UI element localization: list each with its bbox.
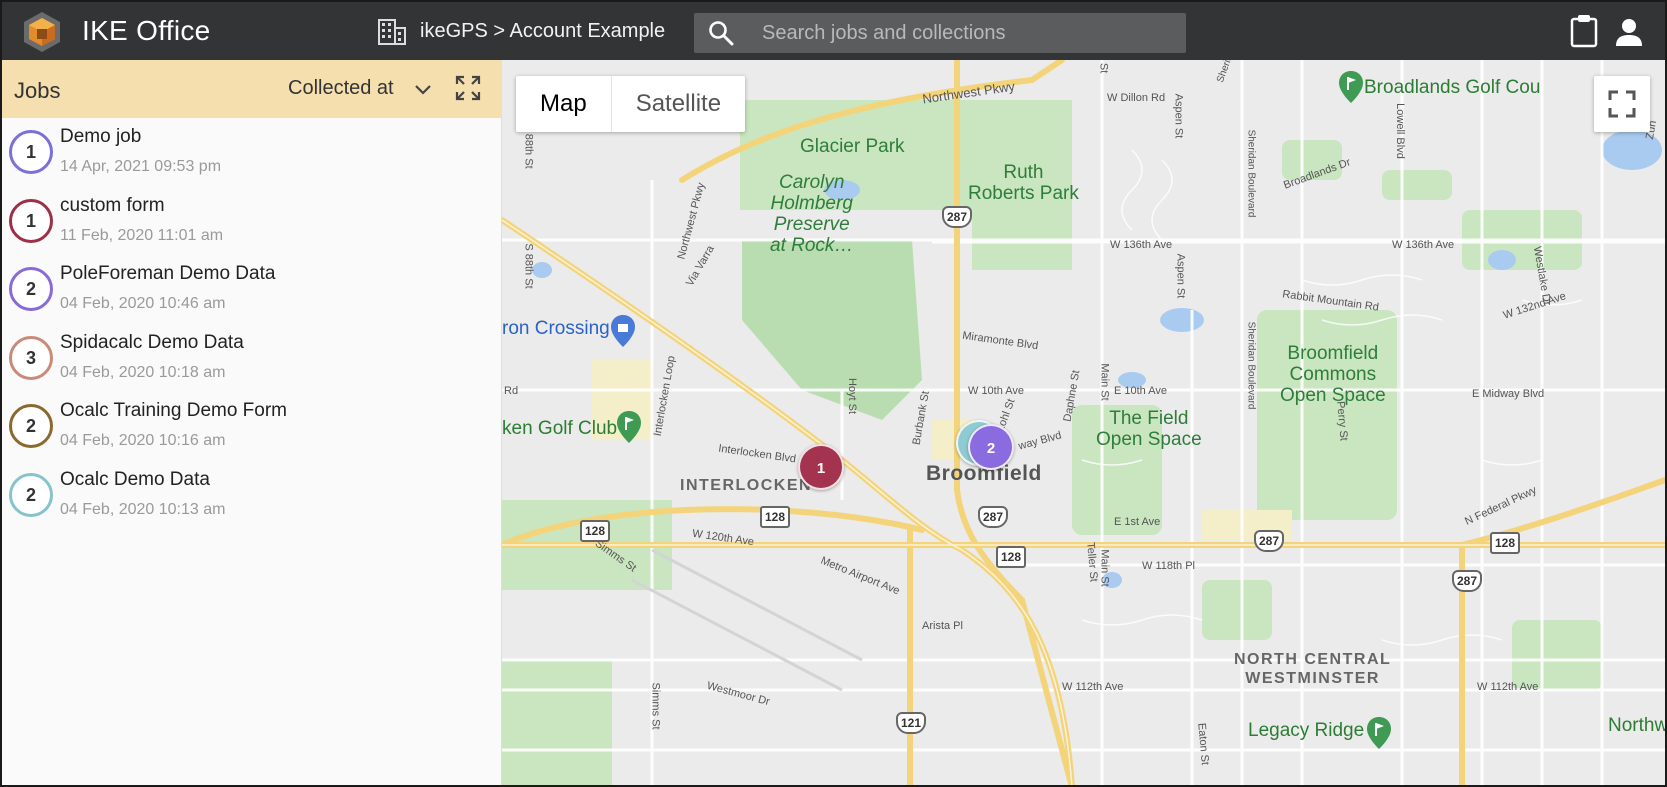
fullscreen-icon bbox=[1608, 90, 1636, 118]
building-icon bbox=[378, 19, 406, 45]
highway-shield: 287 bbox=[978, 506, 1008, 528]
expand-icon[interactable] bbox=[454, 74, 482, 102]
job-item[interactable]: 1 custom form 11 Feb, 2020 11:01 am bbox=[2, 187, 502, 256]
highway-shield: 128 bbox=[1490, 532, 1520, 554]
job-name: Demo job bbox=[60, 126, 142, 147]
jobs-sidebar: Jobs Collected at 1 Demo job 14 Apr, 202… bbox=[2, 60, 502, 785]
job-count-badge: 3 bbox=[9, 335, 53, 380]
job-count-badge: 1 bbox=[9, 198, 53, 243]
job-count-badge: 2 bbox=[9, 404, 53, 448]
job-name: Ocalc Training Demo Form bbox=[60, 400, 288, 421]
ike-logo-icon bbox=[24, 12, 60, 52]
job-date: 04 Feb, 2020 10:18 am bbox=[60, 363, 226, 381]
highway-shield: 128 bbox=[996, 546, 1026, 568]
highway-shield: 287 bbox=[1254, 530, 1284, 552]
job-date: 11 Feb, 2020 11:01 am bbox=[60, 226, 224, 244]
map-view[interactable]: Glacier Park Carolyn Holmberg Preserve a… bbox=[502, 60, 1665, 787]
golf-pin-icon[interactable] bbox=[1366, 716, 1392, 750]
jobs-title: Jobs bbox=[14, 78, 61, 103]
highway-shield: 121 bbox=[896, 712, 926, 734]
job-date: 04 Feb, 2020 10:46 am bbox=[60, 295, 226, 312]
breadcrumb[interactable]: ikeGPS > Account Example bbox=[420, 20, 665, 43]
job-date: 04 Feb, 2020 10:13 am bbox=[60, 500, 226, 518]
shopping-pin-icon[interactable] bbox=[610, 314, 636, 348]
job-list: 1 Demo job 14 Apr, 2021 09:53 pm 1 custo… bbox=[2, 118, 502, 529]
map-canvas[interactable] bbox=[502, 60, 1665, 787]
search-input[interactable] bbox=[762, 13, 1172, 53]
app-title: IKE Office bbox=[82, 15, 211, 46]
search-icon[interactable] bbox=[708, 20, 734, 46]
highway-shield: 128 bbox=[760, 506, 790, 528]
job-item[interactable]: 3 Spidacalc Demo Data 04 Feb, 2020 10:18… bbox=[2, 324, 502, 393]
golf-pin-icon[interactable] bbox=[1338, 70, 1364, 104]
clipboard-icon[interactable] bbox=[1570, 14, 1598, 48]
job-name: Spidacalc Demo Data bbox=[60, 331, 244, 353]
app-window: IKE Office ikeGPS > Account Example Sear… bbox=[0, 0, 1667, 787]
job-name: PoleForeman Demo Data bbox=[60, 263, 276, 284]
chevron-down-icon[interactable] bbox=[412, 78, 434, 100]
sort-dropdown[interactable]: Collected at bbox=[288, 77, 394, 100]
job-date: 04 Feb, 2020 10:16 am bbox=[60, 432, 226, 449]
job-item[interactable]: 2 Ocalc Demo Data 04 Feb, 2020 10:13 am bbox=[2, 461, 502, 530]
top-bar: IKE Office ikeGPS > Account Example bbox=[2, 2, 1665, 60]
cluster-marker[interactable]: 1 bbox=[798, 444, 844, 490]
job-count-badge: 2 bbox=[9, 472, 53, 517]
highway-shield: 287 bbox=[1452, 570, 1482, 592]
map-type-control: Map Satellite bbox=[516, 76, 746, 132]
job-count-badge: 2 bbox=[9, 267, 53, 311]
job-name: Ocalc Demo Data bbox=[60, 468, 210, 490]
job-count-badge: 1 bbox=[9, 130, 53, 174]
account-icon[interactable] bbox=[1614, 17, 1644, 47]
job-item[interactable]: 1 Demo job 14 Apr, 2021 09:53 pm bbox=[2, 118, 502, 187]
highway-shield: 128 bbox=[580, 520, 610, 542]
golf-pin-icon[interactable] bbox=[616, 410, 642, 444]
map-type-satellite-button[interactable]: Satellite bbox=[610, 76, 745, 132]
highway-shield: 287 bbox=[942, 206, 972, 228]
fullscreen-button[interactable] bbox=[1594, 76, 1650, 132]
cluster-marker[interactable]: 2 bbox=[968, 424, 1014, 470]
job-item[interactable]: 2 PoleForeman Demo Data 04 Feb, 2020 10:… bbox=[2, 255, 502, 324]
search-box bbox=[694, 13, 1186, 53]
job-name: custom form bbox=[60, 194, 165, 216]
jobs-header: Jobs Collected at bbox=[2, 60, 502, 118]
job-item[interactable]: 2 Ocalc Training Demo Form 04 Feb, 2020 … bbox=[2, 392, 502, 461]
map-type-map-button[interactable]: Map bbox=[516, 76, 611, 132]
job-date: 14 Apr, 2021 09:53 pm bbox=[60, 158, 222, 175]
